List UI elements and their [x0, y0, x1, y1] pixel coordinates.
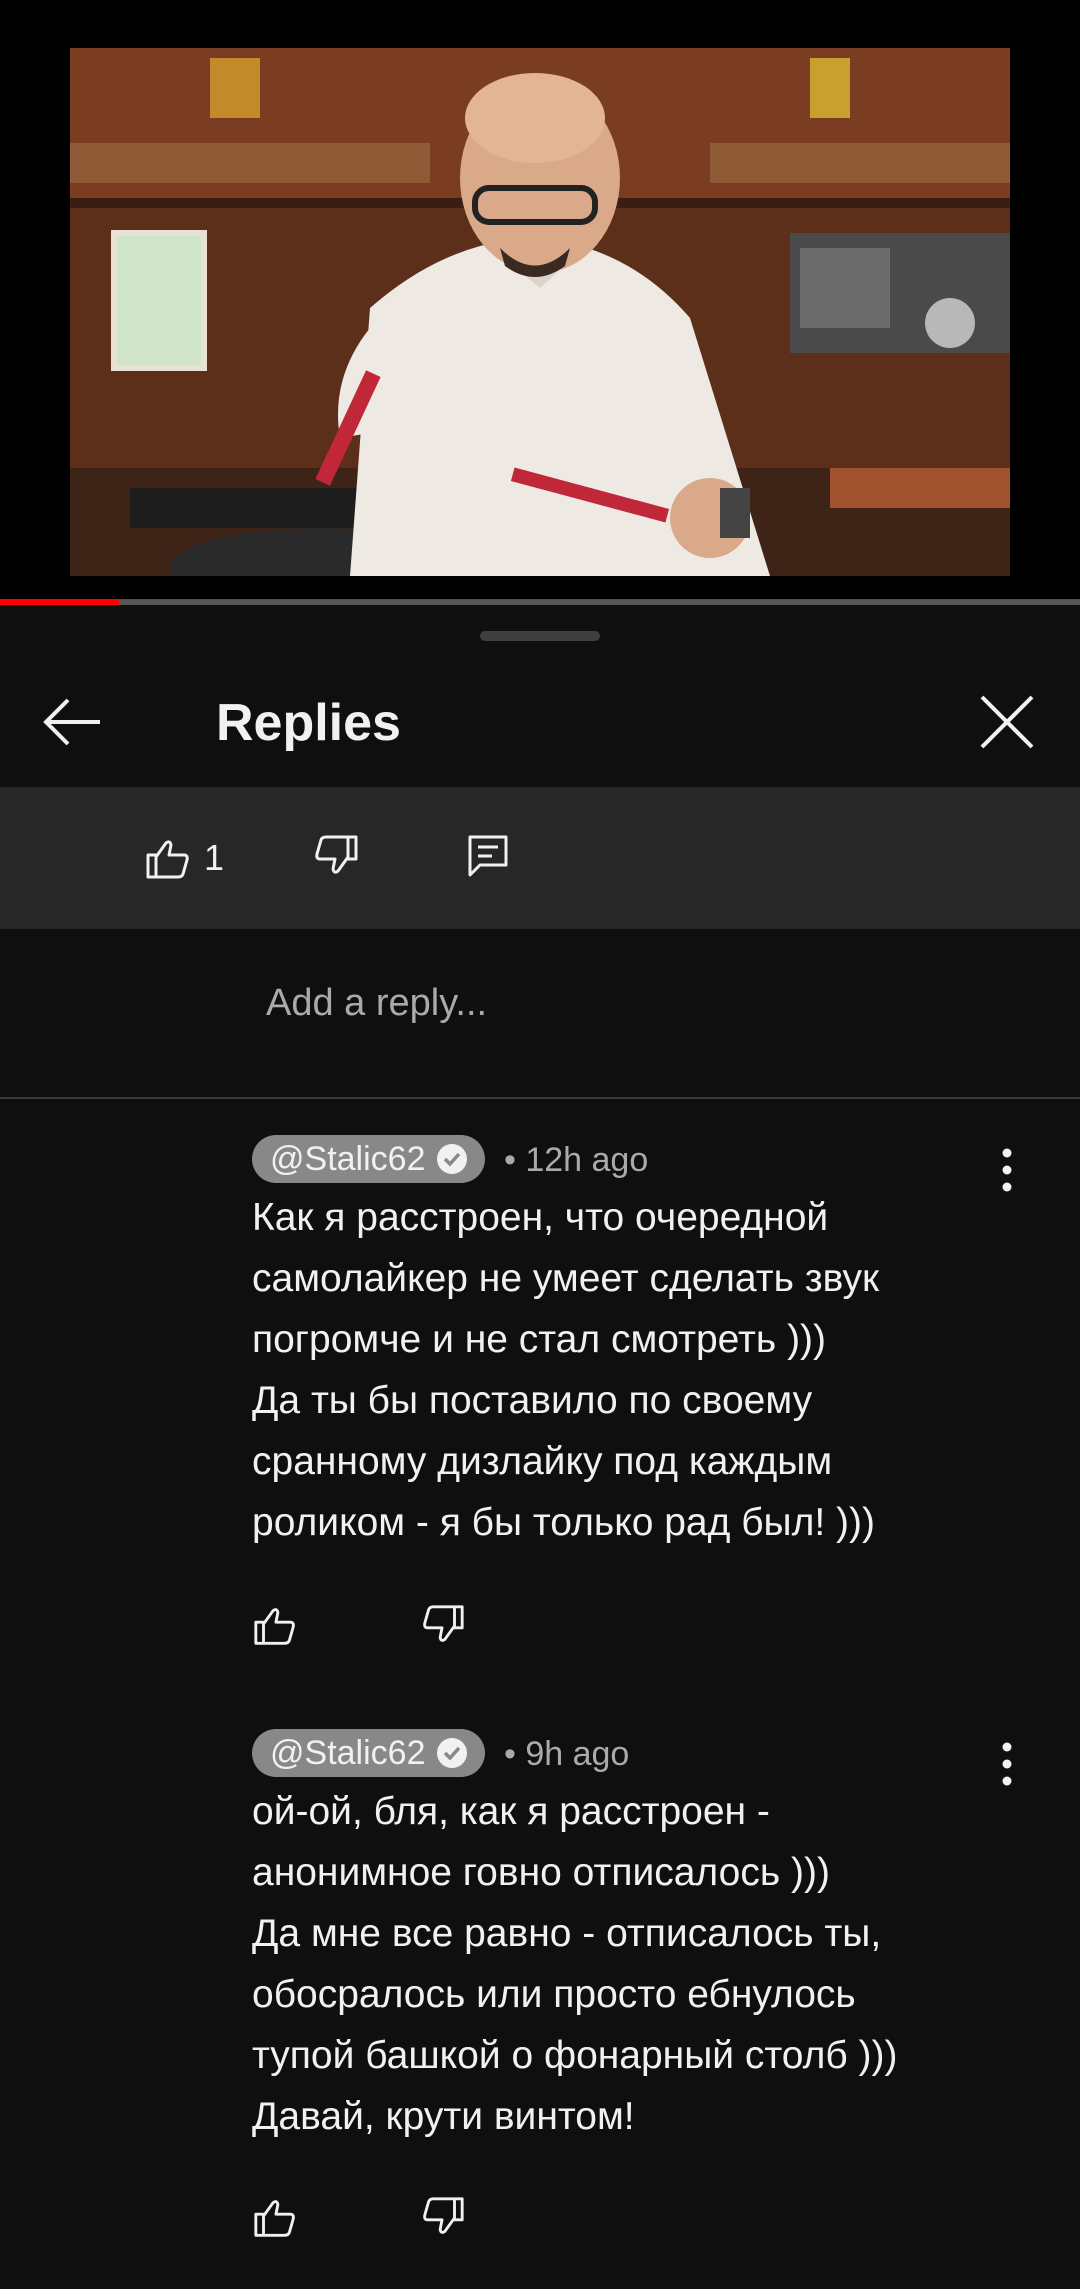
- author-name: @Stalic62: [270, 1139, 426, 1178]
- progress-bar[interactable]: [0, 599, 1080, 605]
- author-chip[interactable]: @Stalic62: [252, 1729, 486, 1777]
- like-button[interactable]: [252, 1603, 298, 1654]
- reply-item: @Stalic62 • 12h ago Как я расстроен, что…: [0, 1135, 1080, 1695]
- parent-reply-button[interactable]: [464, 831, 512, 884]
- thumbs-down-icon: [423, 1605, 464, 1642]
- more-vertical-icon: [1002, 1148, 1012, 1192]
- reply-text: Как я расстроен, что очередной самолайке…: [252, 1196, 880, 1544]
- author-name: @Stalic62: [270, 1733, 426, 1772]
- thumbs-up-icon: [254, 1608, 295, 1645]
- author-chip[interactable]: @Stalic62: [252, 1135, 486, 1183]
- dislike-button[interactable]: [420, 2193, 466, 2244]
- reply-timestamp: • 12h ago: [504, 1141, 649, 1179]
- verified-check-icon: [437, 1144, 468, 1174]
- video-thumbnail-image: [70, 48, 1010, 576]
- progress-bar-fill: [0, 599, 119, 605]
- sheet-drag-handle[interactable]: [480, 631, 600, 641]
- divider: [0, 1097, 1080, 1099]
- parent-like-button[interactable]: [144, 835, 192, 888]
- more-options-button[interactable]: [990, 1145, 1024, 1195]
- thumbs-up-icon: [146, 840, 189, 879]
- reply-item: @Stalic62 • 9h ago ой-ой, бля, как я рас…: [0, 1729, 1080, 2289]
- thumbs-up-icon: [254, 2200, 295, 2237]
- video-frame[interactable]: [70, 48, 1010, 576]
- close-button[interactable]: [970, 685, 1044, 759]
- verified-check-icon: [437, 1738, 468, 1768]
- parent-comment-actions: 1: [0, 787, 1080, 929]
- more-vertical-icon: [1002, 1742, 1012, 1786]
- video-player[interactable]: [0, 0, 1080, 605]
- reply-timestamp: • 9h ago: [504, 1735, 630, 1773]
- parent-dislike-button[interactable]: [312, 831, 360, 884]
- thumbs-down-icon: [315, 835, 358, 874]
- comment-icon: [468, 835, 508, 877]
- reply-text: ой-ой, бля, как я расстроен - анонимное …: [252, 1790, 898, 2138]
- close-icon: [980, 695, 1034, 749]
- sheet-header: Replies: [0, 655, 1080, 785]
- parent-like-count: 1: [204, 837, 225, 878]
- arrow-left-icon: [43, 698, 100, 746]
- reply-input[interactable]: [264, 967, 1028, 1039]
- dislike-button[interactable]: [420, 1601, 466, 1652]
- like-button[interactable]: [252, 2195, 298, 2246]
- more-options-button[interactable]: [990, 1739, 1024, 1789]
- sheet-title: Replies: [216, 694, 401, 752]
- thumbs-down-icon: [423, 2197, 464, 2234]
- replies-sheet: Replies 1 Add a reply... @Stalic62 • 12h…: [0, 607, 1080, 2289]
- back-button[interactable]: [36, 685, 110, 759]
